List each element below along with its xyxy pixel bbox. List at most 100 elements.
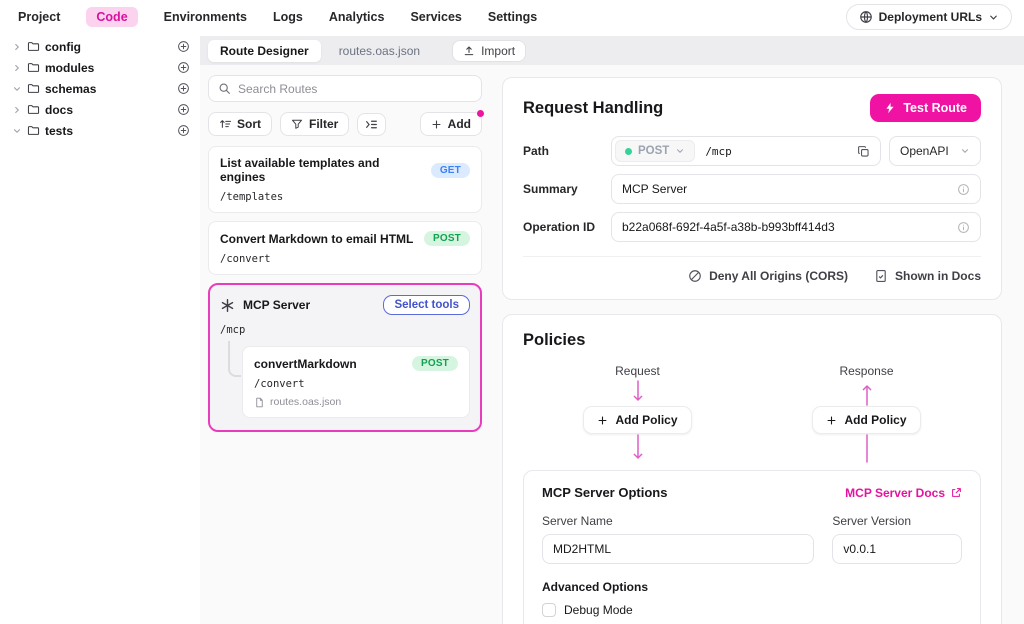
nav-code[interactable]: Code (86, 7, 137, 27)
summary-row: Summary (523, 174, 981, 204)
plus-circle-icon[interactable] (177, 61, 190, 74)
mcp-server-docs-label: MCP Server Docs (845, 486, 945, 500)
chevron-down-icon (675, 146, 685, 156)
plus-icon (826, 415, 837, 426)
summary-label: Summary (523, 182, 611, 196)
mcp-server-group-selected[interactable]: MCP Server Select tools /mcp convertMark… (208, 283, 482, 432)
search-icon (218, 82, 231, 95)
operation-id-row: Operation ID (523, 212, 981, 242)
chevron-down-icon (12, 126, 22, 136)
mcp-options-title: MCP Server Options (542, 485, 667, 500)
search-routes-box[interactable] (208, 75, 482, 102)
arrow-down-icon (631, 380, 645, 406)
chevron-down-icon (960, 146, 970, 156)
path-value-input[interactable]: /mcp (695, 145, 850, 158)
deployment-urls-label: Deployment URLs (879, 10, 982, 24)
cors-label: Deny All Origins (CORS) (709, 269, 848, 283)
add-request-policy-button[interactable]: Add Policy (583, 406, 691, 434)
deployment-urls-button[interactable]: Deployment URLs (846, 4, 1012, 30)
request-handling-footer: Deny All Origins (CORS) Shown in Docs (523, 256, 981, 283)
method-select[interactable]: POST (615, 140, 695, 162)
tree-item-docs[interactable]: docs (0, 99, 200, 120)
operation-id-field (611, 212, 981, 242)
test-route-button[interactable]: Test Route (870, 94, 981, 122)
server-version-input[interactable] (832, 534, 962, 564)
spec-format-value: OpenAPI (900, 144, 949, 158)
route-path: /templates (220, 191, 470, 203)
add-policy-label: Add Policy (615, 413, 677, 427)
chevron-down-icon (988, 12, 999, 23)
routes-panel: Sort Filter Add (200, 65, 490, 624)
route-card-templates[interactable]: List available templates and engines GET… (208, 146, 482, 213)
tree-connector-line (228, 341, 241, 377)
tree-item-config[interactable]: config (0, 36, 200, 57)
route-card-convert[interactable]: Convert Markdown to email HTML POST /con… (208, 221, 482, 275)
debug-mode-checkbox[interactable] (542, 603, 556, 617)
tree-item-modules[interactable]: modules (0, 57, 200, 78)
sort-button[interactable]: Sort (208, 112, 272, 136)
arrow-down-icon (631, 434, 645, 464)
flow-line (860, 434, 874, 464)
plus-circle-icon[interactable] (177, 103, 190, 116)
add-response-policy-button[interactable]: Add Policy (812, 406, 920, 434)
operation-id-label: Operation ID (523, 220, 611, 234)
info-icon[interactable] (957, 221, 970, 234)
filter-button[interactable]: Filter (280, 112, 349, 136)
mcp-server-options-card: MCP Server Options MCP Server Docs Serve… (523, 470, 981, 624)
nav-project[interactable]: Project (18, 10, 60, 24)
tree-item-label: docs (45, 103, 172, 117)
external-link-icon (950, 487, 962, 499)
spec-format-select[interactable]: OpenAPI (889, 136, 981, 166)
nav-environments[interactable]: Environments (164, 10, 247, 24)
route-file-ref[interactable]: routes.oas.json (254, 396, 458, 408)
folder-icon (27, 124, 40, 137)
mcp-icon (220, 298, 235, 313)
upload-icon (463, 45, 475, 57)
summary-input[interactable] (622, 182, 957, 196)
nav-settings[interactable]: Settings (488, 10, 537, 24)
operation-id-input[interactable] (622, 220, 957, 234)
cors-setting[interactable]: Deny All Origins (CORS) (688, 269, 848, 283)
nav-analytics[interactable]: Analytics (329, 10, 385, 24)
sort-label: Sort (237, 117, 261, 131)
route-path: /convert (254, 378, 458, 390)
tab-routes-oas-json[interactable]: routes.oas.json (329, 40, 430, 62)
add-route-button[interactable]: Add (420, 112, 482, 136)
server-fields-row: Server Name Server Version (542, 514, 962, 564)
tab-route-designer[interactable]: Route Designer (208, 40, 321, 62)
folder-icon (27, 82, 40, 95)
collapse-panel-button[interactable] (357, 113, 386, 136)
info-icon[interactable] (957, 183, 970, 196)
search-routes-input[interactable] (238, 82, 472, 96)
import-button[interactable]: Import (452, 40, 526, 62)
folder-icon (27, 61, 40, 74)
shown-in-docs-setting[interactable]: Shown in Docs (874, 269, 981, 283)
tree-item-schemas[interactable]: schemas (0, 78, 200, 99)
select-tools-button[interactable]: Select tools (383, 295, 470, 315)
route-card-convertmarkdown[interactable]: convertMarkdown POST /convert routes.oas… (242, 346, 470, 418)
arrow-up-icon (860, 380, 874, 406)
server-version-label: Server Version (832, 514, 962, 528)
request-handling-title: Request Handling (523, 99, 663, 118)
plus-circle-icon[interactable] (177, 40, 190, 53)
tree-item-label: modules (45, 61, 172, 75)
lightning-icon (884, 102, 896, 114)
tree-item-tests[interactable]: tests (0, 120, 200, 141)
plus-icon (431, 119, 442, 130)
route-title: List available templates and engines (220, 156, 423, 184)
nav-logs[interactable]: Logs (273, 10, 303, 24)
policy-flow: Request Add Policy Response (523, 364, 981, 464)
copy-icon[interactable] (850, 145, 877, 158)
plus-circle-icon[interactable] (177, 82, 190, 95)
tab-strip: Route Designer routes.oas.json Import (200, 36, 1024, 65)
route-title: Convert Markdown to email HTML (220, 232, 413, 246)
nav-services[interactable]: Services (410, 10, 461, 24)
advanced-options-label: Advanced Options (542, 580, 962, 594)
plus-circle-icon[interactable] (177, 124, 190, 137)
request-handling-card: Request Handling Test Route Path POST (502, 77, 1002, 300)
add-label: Add (448, 117, 471, 131)
collapse-panel-icon (365, 118, 378, 131)
server-name-input[interactable] (542, 534, 814, 564)
mcp-server-docs-link[interactable]: MCP Server Docs (845, 486, 962, 500)
method-badge-get: GET (431, 163, 470, 178)
